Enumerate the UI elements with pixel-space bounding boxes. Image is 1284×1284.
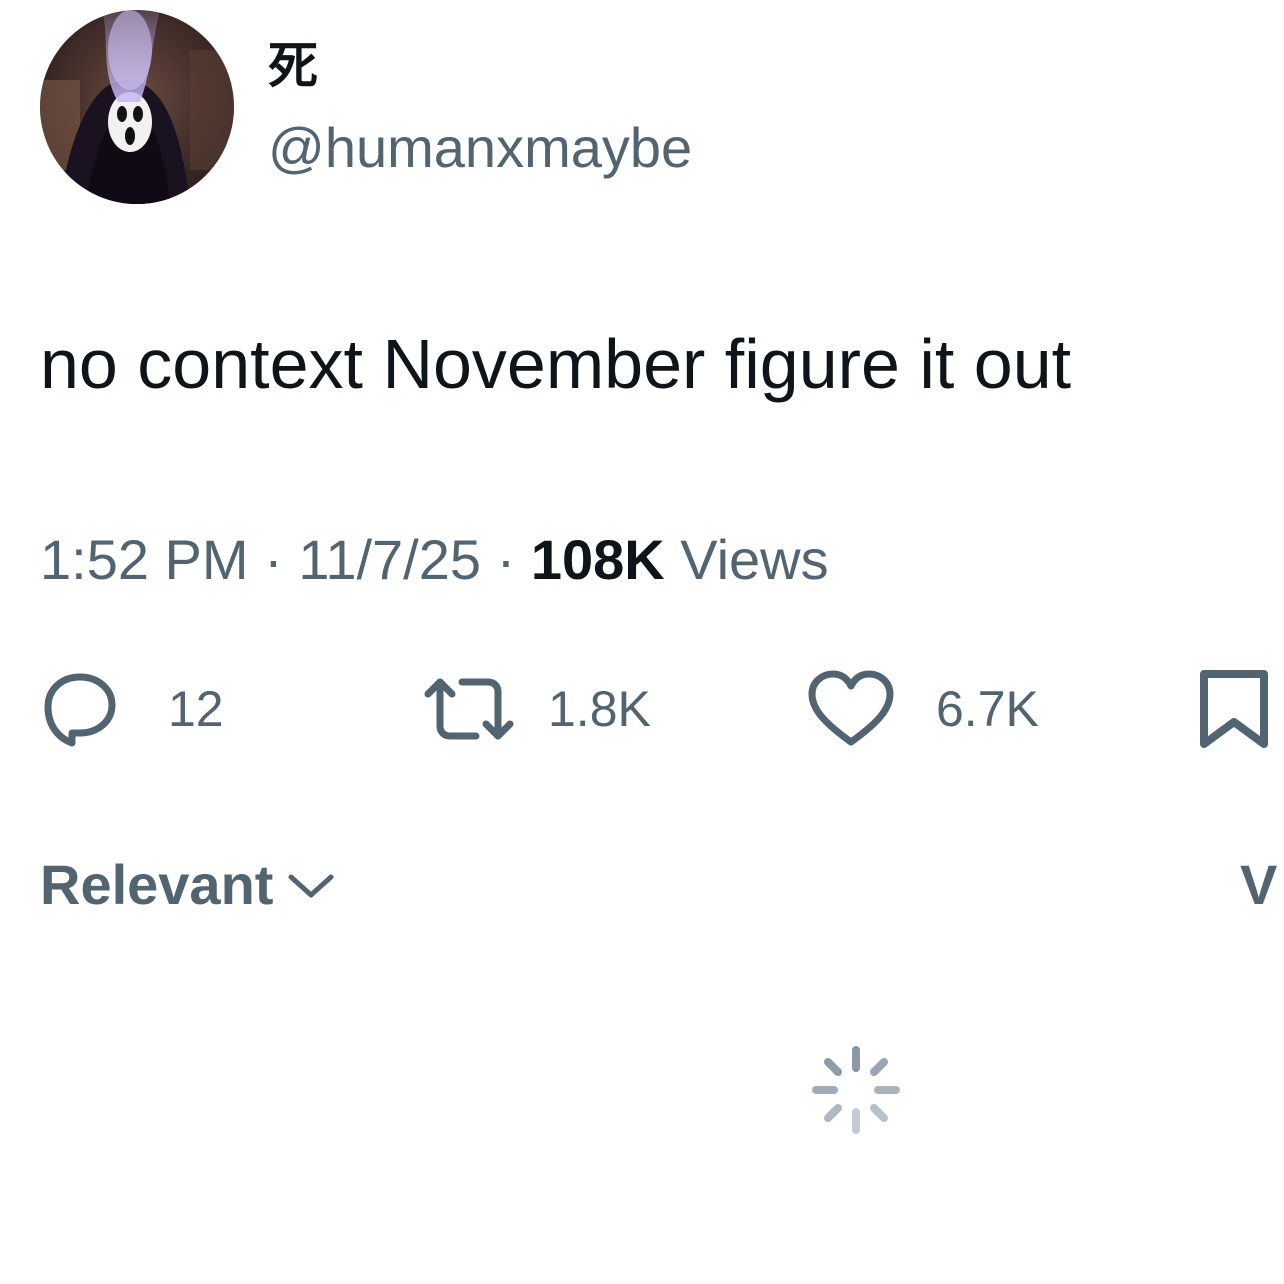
username-handle[interactable]: @humanxmaybe [268, 116, 692, 180]
retweet-button[interactable]: 1.8K [420, 668, 651, 750]
separator-dot: · [496, 528, 516, 591]
avatar-image [40, 10, 234, 204]
reply-icon [38, 671, 122, 747]
avatar[interactable] [40, 10, 234, 204]
tweet-text: no context November figure it out [40, 325, 1072, 403]
like-button[interactable]: 6.7K [806, 668, 1039, 750]
separator-dot: · [264, 528, 283, 591]
tweet-time[interactable]: 1:52 PM [40, 528, 249, 591]
views-count[interactable]: 108K [531, 528, 665, 591]
display-name[interactable]: 死 [268, 36, 318, 96]
tweet-meta: 1:52 PM · 11/7/25 · 108K Views [40, 528, 829, 592]
chevron-down-icon [287, 871, 335, 906]
reply-count: 12 [168, 681, 224, 737]
replies-sort-dropdown[interactable]: Relevant [40, 852, 335, 918]
bookmark-icon [1198, 668, 1270, 750]
reply-button[interactable]: 12 [38, 668, 224, 750]
loading-spinner-icon [810, 1044, 902, 1136]
like-count: 6.7K [936, 681, 1039, 737]
retweet-icon [420, 674, 518, 744]
views-label[interactable]: Views [680, 528, 828, 591]
retweet-count: 1.8K [548, 681, 651, 737]
replies-view-toggle[interactable]: V [1240, 852, 1277, 918]
sort-label: Relevant [40, 853, 274, 916]
bookmark-button[interactable] [1198, 668, 1270, 750]
tweet-date[interactable]: 11/7/25 [298, 528, 481, 591]
like-icon [806, 670, 896, 748]
